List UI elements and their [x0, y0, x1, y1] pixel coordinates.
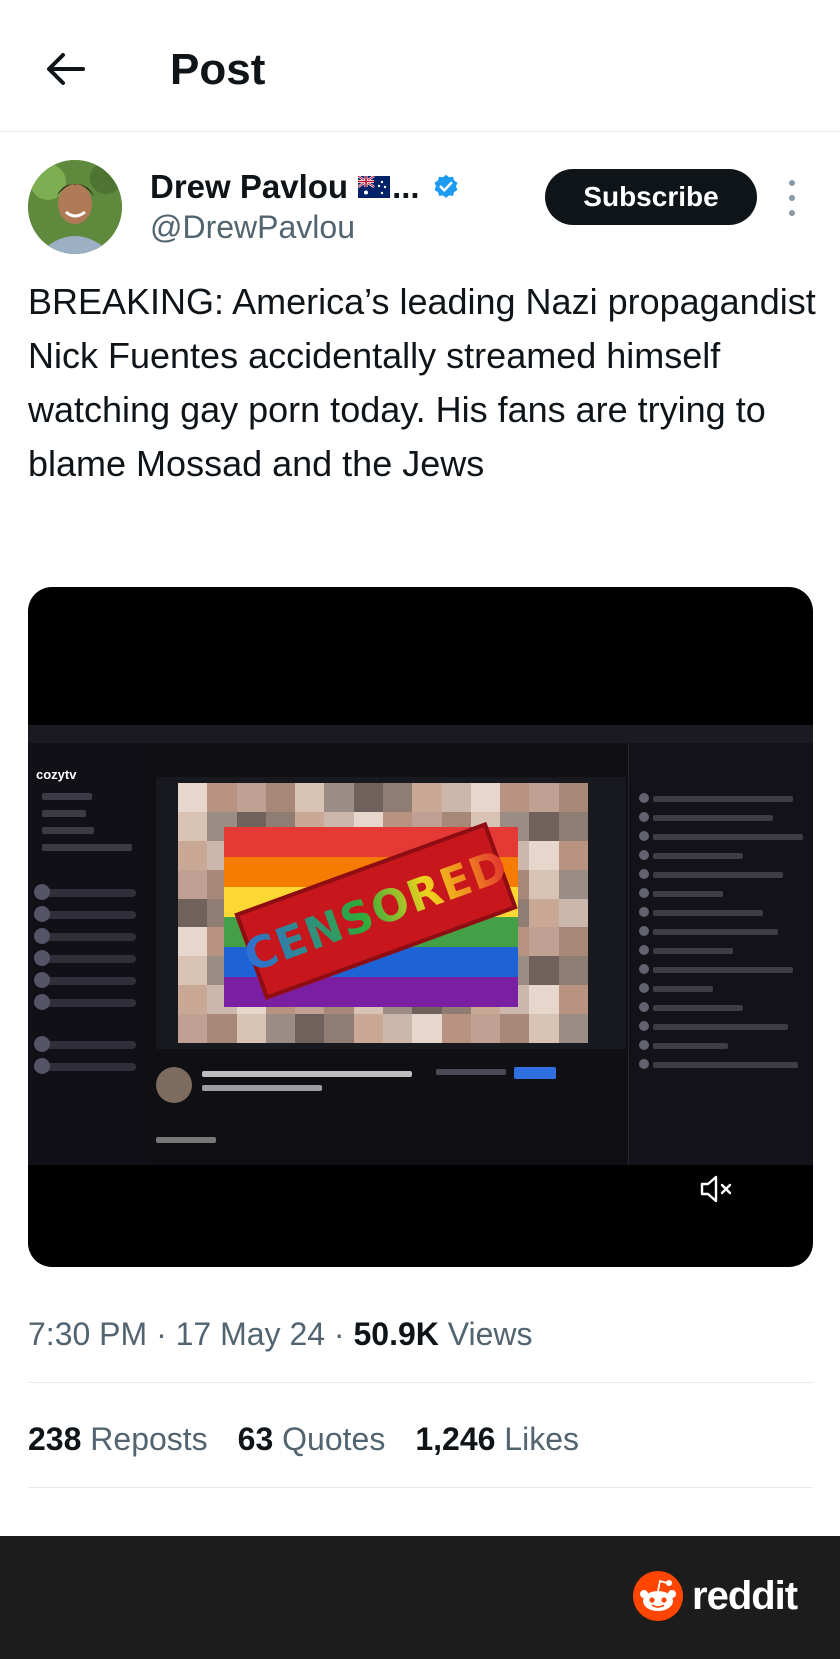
reddit-wordmark: reddit — [692, 1573, 798, 1618]
views-count[interactable]: 50.9K — [353, 1316, 438, 1352]
verified-badge-icon — [434, 174, 458, 198]
mosaic-cell — [383, 1014, 413, 1043]
browser-toolbar — [28, 725, 813, 743]
mosaic-cell — [558, 869, 588, 899]
post-meta: 7:30 PM · 17 May 24 · 50.9K Views — [28, 1312, 533, 1356]
mosaic-cell — [529, 811, 559, 841]
subscribe-button[interactable]: Subscribe — [545, 169, 757, 225]
stream-chat — [628, 743, 813, 1165]
mosaic-cell — [470, 1014, 501, 1043]
mosaic-cell — [353, 783, 383, 812]
avatar-image — [28, 160, 122, 254]
stream-sidebar: cozytv — [28, 743, 148, 1165]
mosaic-cell — [470, 783, 501, 812]
mosaic-cell — [558, 1014, 588, 1043]
quotes-label: Quotes — [273, 1421, 386, 1457]
muted-volume-icon[interactable] — [696, 1169, 736, 1209]
mosaic-cell — [178, 927, 208, 957]
mosaic-cell — [558, 840, 588, 870]
mosaic-cell — [178, 840, 208, 870]
mosaic-cell — [441, 1014, 471, 1043]
post-video[interactable]: cozytv CENSORED — [28, 587, 813, 1267]
mosaic-cell — [558, 956, 588, 986]
reposts-count: 238 — [28, 1421, 82, 1457]
video-frame-screen: cozytv CENSORED — [28, 725, 813, 1165]
mosaic-cell — [441, 783, 471, 812]
quotes-count: 63 — [237, 1421, 274, 1457]
mosaic-cell — [353, 1014, 383, 1043]
mosaic-cell — [295, 1014, 325, 1043]
mosaic-cell — [207, 1014, 237, 1043]
stream-player: CENSORED — [156, 777, 626, 1049]
mosaic-cell — [207, 783, 237, 812]
reddit-snoo-icon — [633, 1571, 683, 1621]
mosaic-cell — [529, 956, 559, 986]
mosaic-cell — [529, 869, 559, 899]
mosaic-cell — [178, 783, 208, 812]
author-handle[interactable]: @DrewPavlou — [150, 207, 355, 247]
mosaic-cell — [412, 783, 442, 812]
mosaic-cell — [529, 840, 559, 870]
mosaic-cell — [529, 783, 559, 812]
meta-separator: · — [325, 1316, 354, 1352]
reposts-label: Reposts — [81, 1421, 208, 1457]
name-truncation: ... — [392, 168, 420, 205]
mosaic-cell — [236, 1014, 266, 1043]
mosaic-cell — [265, 1014, 296, 1043]
more-options-icon[interactable] — [780, 180, 804, 216]
views-label: Views — [438, 1316, 533, 1352]
mosaic-cell — [236, 783, 266, 812]
site-logo: cozytv — [36, 767, 77, 782]
mosaic-cell — [558, 898, 588, 928]
mosaic-cell — [383, 783, 413, 812]
mosaic-cell — [178, 869, 208, 899]
mosaic-cell — [178, 898, 208, 928]
quotes-stat[interactable]: 63 Quotes — [238, 1417, 386, 1461]
author-display-name: Drew Pavlou — [150, 168, 349, 205]
likes-label: Likes — [495, 1421, 579, 1457]
reddit-watermark-bar: reddit — [0, 1536, 840, 1659]
mosaic-cell — [500, 783, 530, 812]
likes-stat[interactable]: 1,246 Likes — [415, 1417, 579, 1461]
mosaic-cell — [529, 1014, 559, 1043]
reddit-logo: reddit — [632, 1570, 798, 1622]
mosaic-cell — [178, 956, 208, 986]
meta-separator: · — [147, 1316, 176, 1352]
arrow-left-icon — [47, 53, 85, 85]
mosaic-cell — [529, 985, 559, 1015]
mosaic-cell — [295, 783, 325, 812]
mosaic-cell — [558, 927, 588, 957]
australia-flag-icon — [358, 176, 391, 198]
mosaic-cell — [324, 1014, 354, 1043]
mosaic-cell — [265, 783, 296, 812]
mosaic-cell — [500, 1014, 530, 1043]
mosaic-cell — [558, 783, 588, 812]
mosaic-cell — [558, 811, 588, 841]
divider — [28, 1382, 813, 1383]
mosaic-cell — [529, 927, 559, 957]
mosaic-cell — [412, 1014, 442, 1043]
mosaic-cell — [558, 985, 588, 1015]
mosaic-cell — [178, 985, 208, 1015]
engagement-stats: 238 Reposts 63 Quotes 1,246 Likes — [28, 1417, 609, 1461]
divider — [28, 1487, 813, 1488]
stream-info — [156, 1057, 626, 1157]
mosaic-cell — [178, 811, 208, 841]
post-date: 17 May 24 — [175, 1316, 326, 1352]
mosaic-cell — [178, 1014, 208, 1043]
page-title: Post — [170, 45, 266, 94]
mosaic-cell — [529, 898, 559, 928]
back-button[interactable] — [40, 44, 90, 94]
mosaic-cell — [324, 783, 354, 812]
post-text: BREAKING: America’s leading Nazi propaga… — [28, 281, 816, 484]
reposts-stat[interactable]: 238 Reposts — [28, 1417, 208, 1461]
author-name[interactable]: Drew Pavlou ... — [150, 167, 460, 207]
author-avatar[interactable] — [28, 160, 122, 254]
top-bar: Post — [0, 0, 840, 132]
post-time: 7:30 PM — [28, 1316, 148, 1352]
likes-count: 1,246 — [415, 1421, 496, 1457]
